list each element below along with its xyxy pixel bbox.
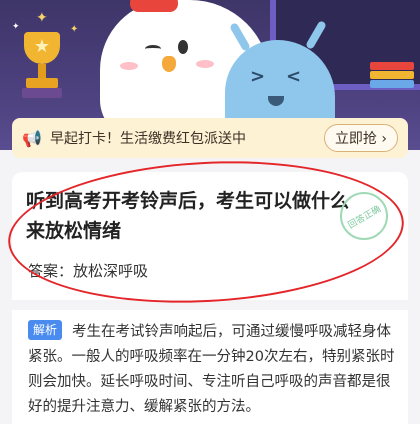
analysis-tag: 解析 bbox=[28, 320, 63, 340]
chicken-beak bbox=[162, 56, 176, 72]
section-divider bbox=[12, 300, 408, 310]
grab-now-button[interactable]: 立即抢 › bbox=[323, 124, 398, 152]
chicken-blush bbox=[120, 62, 138, 70]
sparkle-icon: ✦ bbox=[70, 24, 79, 35]
stamp-text: 回答正确 bbox=[346, 203, 383, 231]
analysis-text: 考生在考试铃声响起后，可通过缓慢呼吸减轻身体紧张。一般人的呼吸频率在一分钟20次… bbox=[28, 324, 395, 415]
promo-text: 早起打卡！生活缴费红包派送中 bbox=[50, 131, 246, 147]
answer-line: 答案：放松深呼吸 bbox=[28, 260, 148, 281]
chicken-eye bbox=[178, 40, 188, 54]
blob-eye: > bbox=[250, 66, 266, 87]
sparkle-icon: ✦ bbox=[12, 22, 20, 32]
answer-value: 放松深呼吸 bbox=[73, 262, 149, 280]
trophy-icon: ★ bbox=[18, 32, 66, 102]
question-title: 听到高考开考铃声后，考生可以做什么来放松情绪 bbox=[26, 190, 350, 242]
sparkle-icon: ✦ bbox=[36, 10, 48, 26]
chicken-eye bbox=[145, 45, 161, 53]
chevron-right-icon: › bbox=[381, 131, 387, 147]
answer-label: 答案： bbox=[28, 262, 74, 280]
books-decoration bbox=[370, 62, 414, 88]
correct-answer-stamp: 回答正确 bbox=[340, 192, 388, 240]
analysis-paragraph: 解析 考生在考试铃声响起后，可通过缓慢呼吸减轻身体紧张。一般人的呼吸频率在一分钟2… bbox=[28, 320, 400, 420]
megaphone-icon: 📢 bbox=[22, 128, 42, 148]
grab-now-label: 立即抢 bbox=[334, 131, 377, 147]
blob-eye: < bbox=[286, 66, 302, 87]
question-card: 听到高考开考铃声后，考生可以做什么来放松情绪 回答正确 答案：放松深呼吸 解析考… bbox=[12, 172, 408, 424]
chicken-blush bbox=[196, 60, 214, 68]
promo-banner[interactable]: 📢 早起打卡！生活缴费红包派送中 立即抢 › bbox=[12, 118, 408, 158]
chicken-comb bbox=[130, 0, 178, 12]
